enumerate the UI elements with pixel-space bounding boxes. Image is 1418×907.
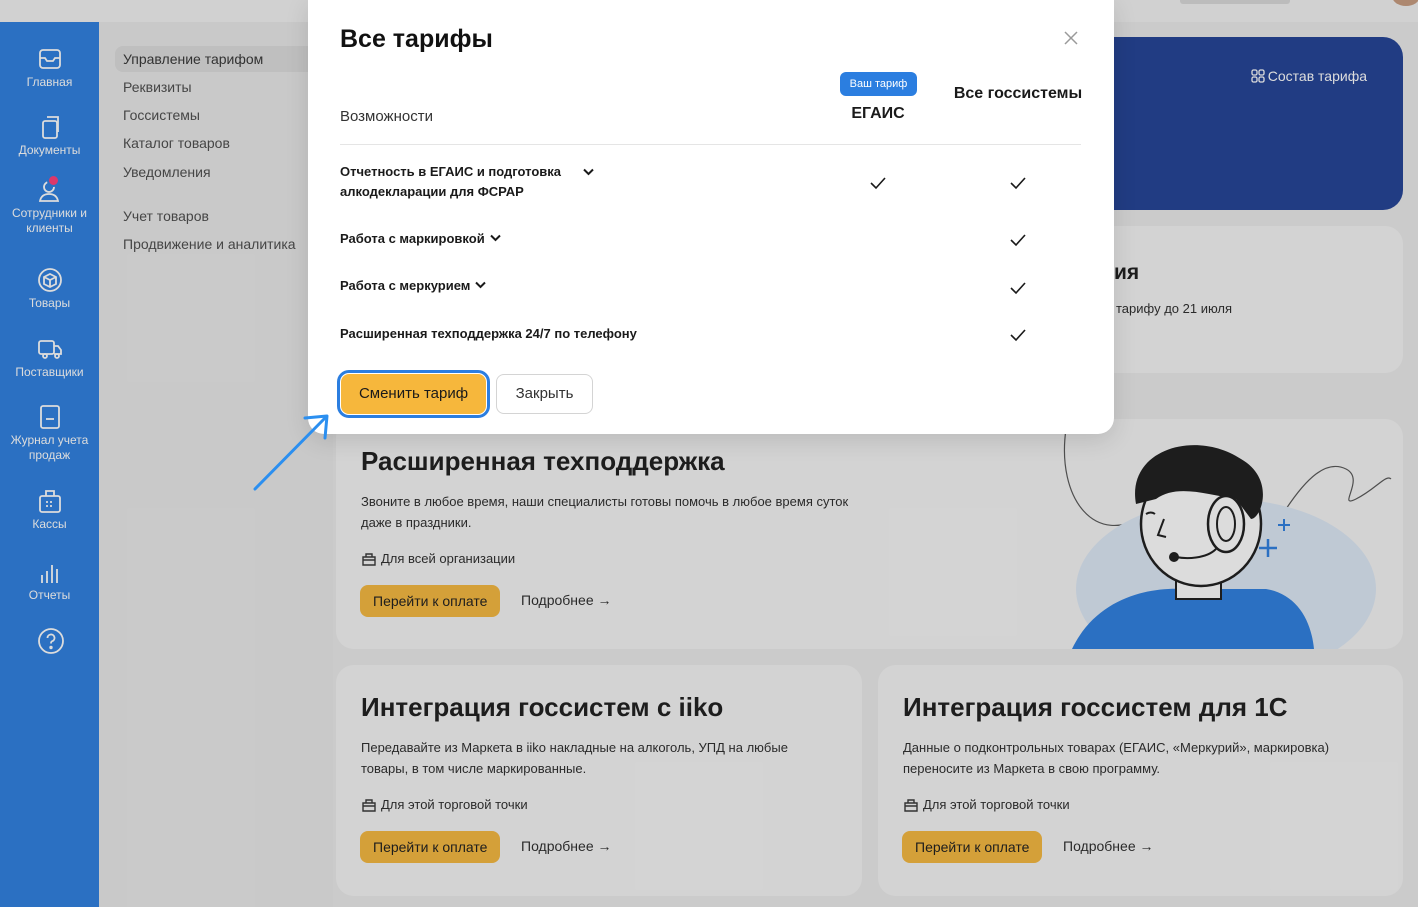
- feature-mercury[interactable]: Работа с меркурием: [340, 276, 487, 296]
- modal-title: Все тарифы: [340, 25, 493, 53]
- feature-label: Работа с маркировкой: [340, 231, 485, 246]
- feature-marking[interactable]: Работа с маркировкой: [340, 229, 501, 249]
- check-icon: [1009, 281, 1027, 295]
- current-tariff-badge: Ваш тариф: [840, 72, 917, 96]
- annotation-arrow: [253, 414, 329, 491]
- feature-label: Работа с меркурием: [340, 278, 471, 293]
- feature-support-247: Расширенная техподдержка 24/7 по телефон…: [340, 324, 637, 344]
- chevron-down-icon: [475, 281, 487, 289]
- header-divider: [340, 144, 1081, 145]
- tariff-column-all-systems: Все госсистемы: [953, 85, 1083, 102]
- feature-egais-reporting[interactable]: Отчетность в ЕГАИС и подготовка алкодекл…: [340, 162, 600, 202]
- all-tariffs-modal: Все тарифы Возможности Ваш тариф ЕГАИС В…: [308, 0, 1114, 434]
- close-icon[interactable]: [1061, 28, 1081, 48]
- check-icon: [1009, 328, 1027, 342]
- chevron-down-icon: [583, 168, 594, 176]
- tariff-column-egais: ЕГАИС: [851, 105, 905, 122]
- chevron-down-icon: [489, 234, 501, 242]
- feature-label: Отчетность в ЕГАИС и подготовка алкодекл…: [340, 164, 562, 199]
- feature-label: Расширенная техподдержка 24/7 по телефон…: [340, 326, 637, 341]
- check-icon: [869, 176, 887, 190]
- close-button[interactable]: Закрыть: [496, 374, 593, 414]
- check-icon: [1009, 233, 1027, 247]
- features-header: Возможности: [340, 108, 433, 125]
- change-tariff-button[interactable]: Сменить тариф: [337, 370, 490, 418]
- check-icon: [1009, 176, 1027, 190]
